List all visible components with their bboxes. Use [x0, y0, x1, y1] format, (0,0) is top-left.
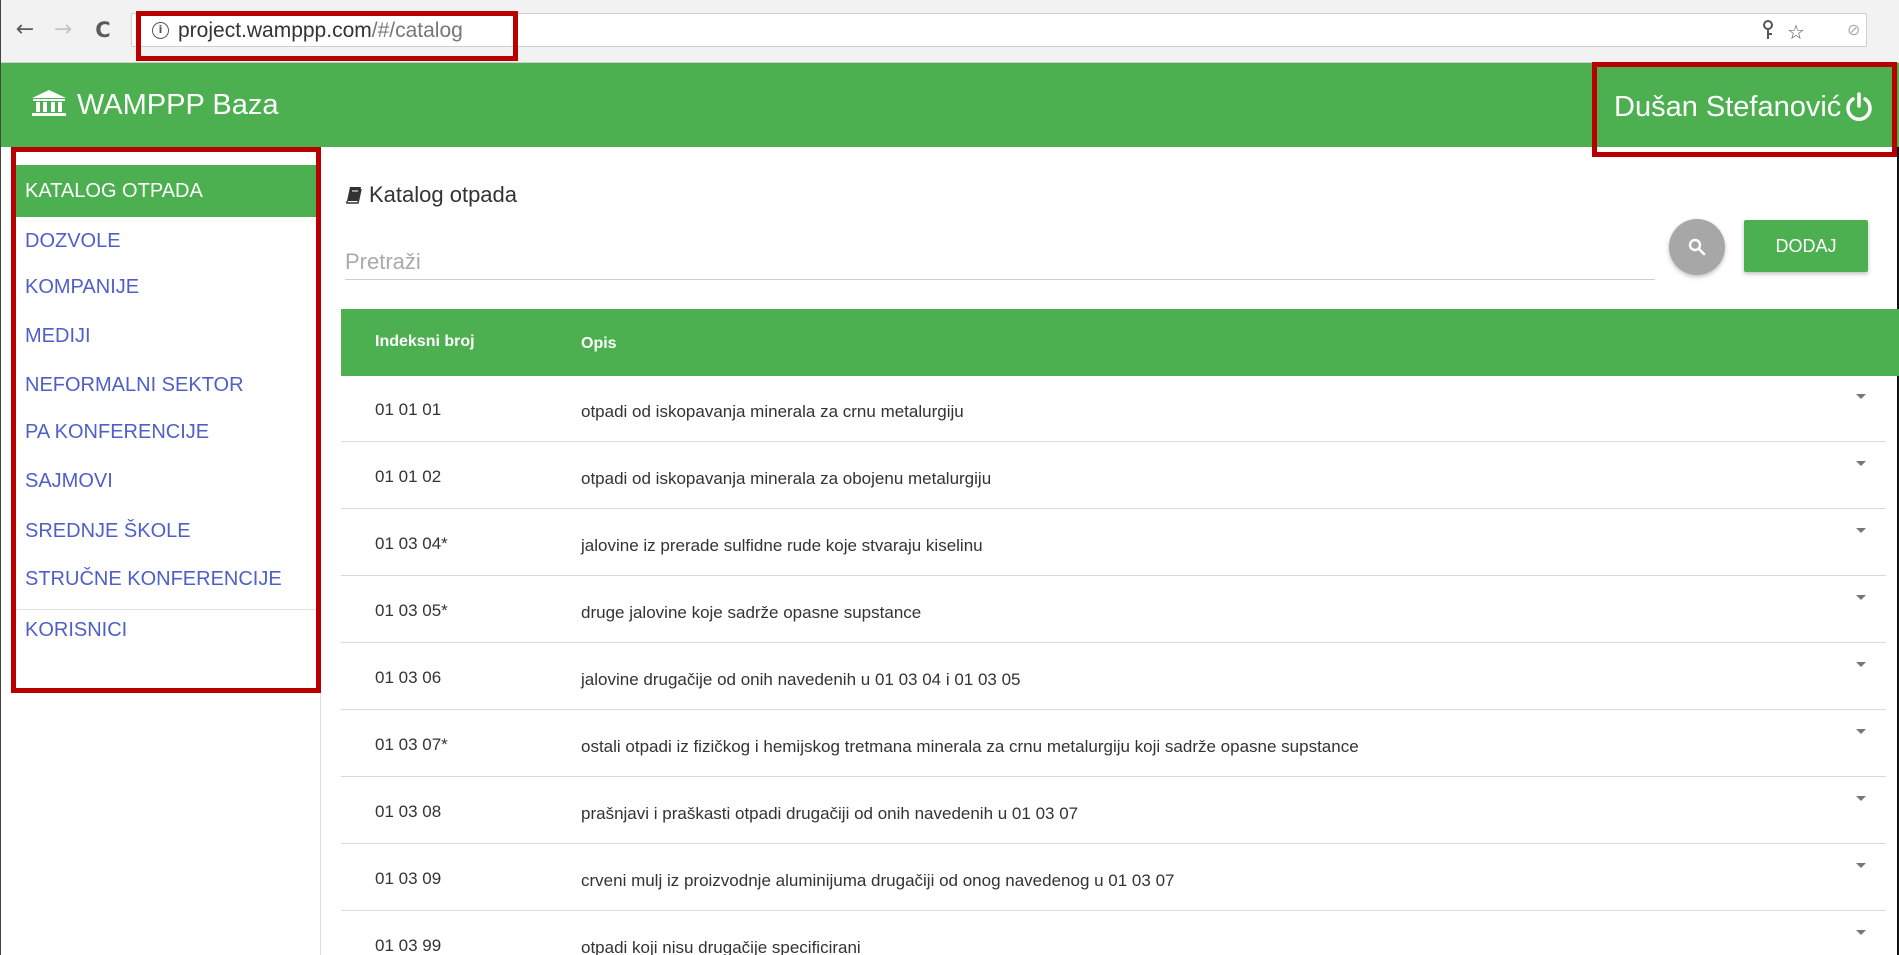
row-index: 01 03 99	[375, 936, 442, 955]
search-input[interactable]	[345, 244, 1655, 280]
column-header-index[interactable]: Indeksni broj	[375, 333, 475, 351]
table-header: Indeksni broj Opis	[341, 309, 1899, 376]
table-row[interactable]: 01 03 09 crveni mulj iz proizvodnje alum…	[341, 845, 1886, 911]
expand-caret-icon[interactable]	[1856, 930, 1866, 935]
row-index: 01 03 08	[375, 802, 442, 821]
table-row[interactable]: 01 03 06 jalovine drugačije od onih nave…	[341, 644, 1886, 710]
user-menu[interactable]: Dušan Stefanović	[1592, 62, 1897, 157]
search-icon	[1688, 238, 1706, 256]
bookmark-star-icon[interactable]: ☆	[1787, 20, 1805, 44]
row-index: 01 03 09	[375, 869, 442, 888]
table-row[interactable]: 01 03 04* jalovine iz prerade sulfidne r…	[341, 510, 1886, 576]
expand-caret-icon[interactable]	[1856, 528, 1866, 533]
expand-caret-icon[interactable]	[1856, 662, 1866, 667]
column-header-description[interactable]: Opis	[581, 335, 617, 353]
extension-icon[interactable]: ⊘	[1847, 20, 1860, 39]
user-name: Dušan Stefanović	[1614, 91, 1842, 123]
brand-title: WAMPPP Baza	[77, 89, 279, 121]
key-icon[interactable]	[1761, 20, 1775, 45]
table-row[interactable]: 01 01 02 otpadi od iskopavanja minerala …	[341, 443, 1886, 509]
row-description: otpadi koji nisu drugačije specificirani	[581, 938, 861, 955]
row-description: prašnjavi i praškasti otpadi drugačiji o…	[581, 804, 1079, 823]
row-description: otpadi od iskopavanja minerala za crnu m…	[581, 402, 964, 421]
row-index: 01 01 02	[375, 467, 442, 486]
add-button[interactable]: DODAJ	[1744, 220, 1868, 272]
table-row[interactable]: 01 03 07* ostali otpadi iz fizičkog i he…	[341, 711, 1886, 777]
bank-icon	[32, 90, 66, 116]
expand-caret-icon[interactable]	[1856, 461, 1866, 466]
page-title: Katalog otpada	[346, 182, 517, 208]
back-icon[interactable]: ←	[13, 18, 37, 42]
row-description: druge jalovine koje sadrže opasne supsta…	[581, 603, 922, 622]
search-button[interactable]	[1669, 219, 1725, 275]
row-index: 01 03 06	[375, 668, 442, 687]
book-icon	[346, 187, 362, 204]
row-description: jalovine drugačije od onih navedenih u 0…	[581, 670, 1021, 689]
brand[interactable]: WAMPPP Baza	[1, 63, 321, 147]
row-index: 01 03 04*	[375, 534, 448, 553]
forward-icon[interactable]: →	[51, 18, 75, 42]
expand-caret-icon[interactable]	[1856, 394, 1866, 399]
row-index: 01 01 01	[375, 400, 442, 419]
sidebar-highlight-box	[11, 147, 321, 693]
reload-icon[interactable]: C	[91, 18, 115, 42]
expand-caret-icon[interactable]	[1856, 595, 1866, 600]
row-description: jalovine iz prerade sulfidne rude koje s…	[581, 536, 983, 555]
power-icon[interactable]	[1844, 92, 1874, 122]
table-row[interactable]: 01 01 01 otpadi od iskopavanja minerala …	[341, 376, 1886, 442]
row-description: crveni mulj iz proizvodnje aluminijuma d…	[581, 871, 1175, 890]
url-highlight-box	[136, 11, 518, 61]
expand-caret-icon[interactable]	[1856, 796, 1866, 801]
row-index: 01 03 05*	[375, 601, 448, 620]
table-row[interactable]: 01 03 05* druge jalovine koje sadrže opa…	[341, 577, 1886, 643]
row-description: otpadi od iskopavanja minerala za obojen…	[581, 469, 992, 488]
expand-caret-icon[interactable]	[1856, 729, 1866, 734]
expand-caret-icon[interactable]	[1856, 863, 1866, 868]
page-title-text: Katalog otpada	[369, 182, 518, 207]
row-index: 01 03 07*	[375, 735, 448, 754]
table-row[interactable]: 01 03 08 prašnjavi i praškasti otpadi dr…	[341, 778, 1886, 844]
table-row[interactable]: 01 03 99 otpadi koji nisu drugačije spec…	[341, 912, 1886, 955]
row-description: ostali otpadi iz fizičkog i hemijskog tr…	[581, 737, 1359, 756]
